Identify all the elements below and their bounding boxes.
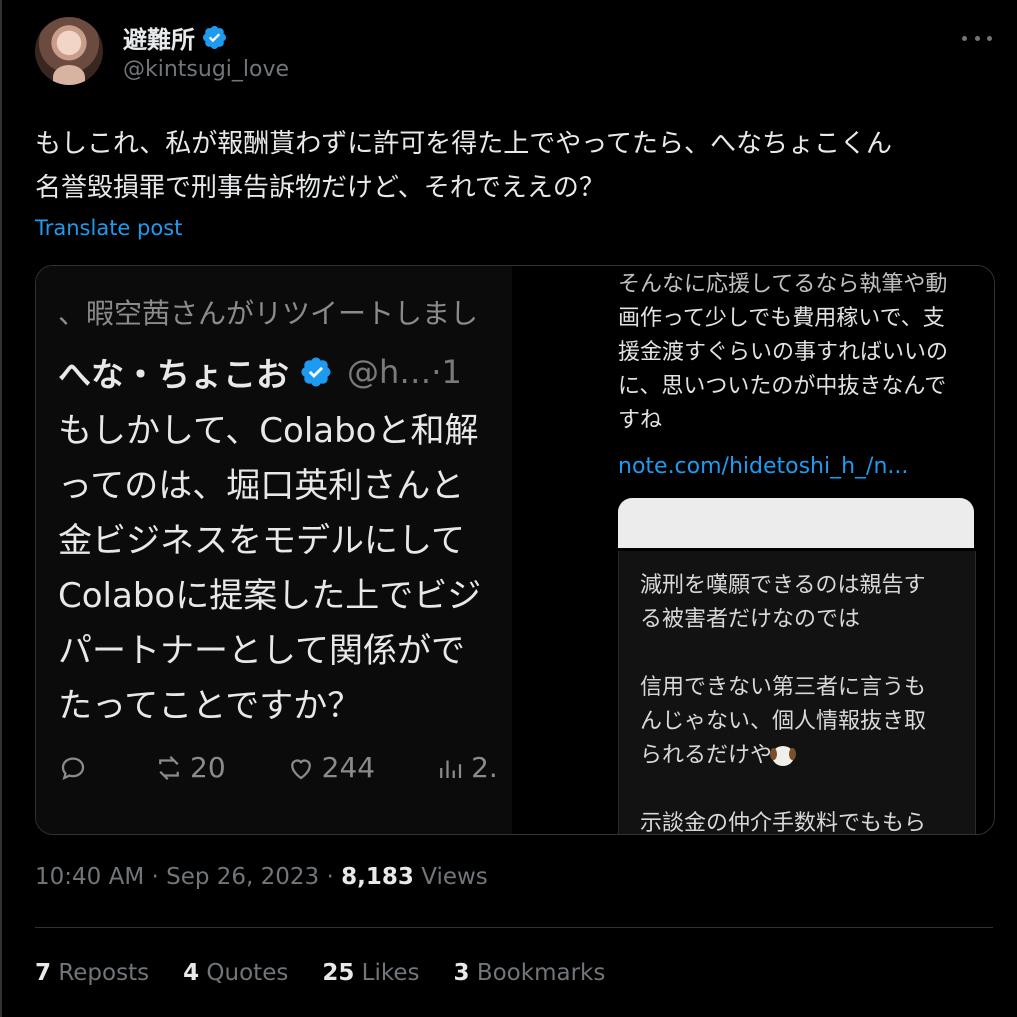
author-name-row[interactable]: 避難所	[123, 20, 228, 55]
tweet-meta: 10:40 AM · Sep 26, 2023 · 8,183 Views	[35, 864, 488, 890]
tweet-date[interactable]: Sep 26, 2023	[166, 864, 319, 890]
embedded-body-line-with-emoji: られるだけや	[640, 739, 926, 773]
bookmarks-label: Bookmarks	[476, 960, 606, 986]
embedded-retweet-count: 20	[190, 751, 226, 784]
likes-label: Likes	[361, 960, 420, 986]
embedded-body-line: る被害者だけなのでは	[640, 607, 861, 632]
reposts-count: 7	[35, 960, 52, 986]
media-image-left[interactable]: 、暇空茜さんがリツイートしまし へな・ちょこお @h…·1 もしかして、Cola…	[36, 266, 512, 834]
embedded-body-line: 信用できない第三者に言うも	[640, 675, 927, 700]
more-dot	[962, 35, 967, 41]
embedded-author-handle: @h…·1	[347, 353, 462, 391]
views-label: Views	[421, 864, 488, 890]
tweet-text-line: もしこれ、私が報酬貰わずに許可を得た上でやってたら、へなちょこくん	[35, 129, 892, 159]
translate-post-link[interactable]: Translate post	[35, 216, 182, 240]
author-handle[interactable]: @kintsugi_love	[123, 57, 289, 82]
engagement-stats: 7 Reposts 4 Quotes 25 Likes 3 Bookmarks	[35, 960, 639, 986]
embedded-retweet: 20	[154, 751, 226, 784]
embedded-body-line: パートナーとして関係がで	[58, 631, 465, 671]
quotes-count: 4	[183, 960, 200, 986]
embedded-body-line: んじゃない、個人情報抜き取	[640, 709, 927, 734]
retweet-icon	[159, 755, 179, 780]
embedded-reply	[58, 753, 94, 783]
embedded-link-card	[618, 498, 974, 548]
embedded-body-line: Colaboに提案した上でビジ	[58, 576, 482, 616]
embedded-body: 減刑を嘆願できるのは親告す る被害者だけなのでは 信用できない第三者に言うも ん…	[640, 569, 926, 834]
verified-badge-icon	[202, 25, 227, 50]
embedded-body-line: 金ビジネスをモデルにして	[58, 521, 465, 561]
media-image-top-right[interactable]: そんなに応援してるなら執筆や動 画作って少しでも費用稼いで、支 援金渡すぐらいの…	[516, 266, 994, 548]
reposts-stat[interactable]: 7 Reposts	[35, 960, 149, 986]
more-dot	[987, 35, 992, 41]
more-options-icon[interactable]	[962, 33, 992, 43]
tweet-text: もしこれ、私が報酬貰わずに許可を得た上でやってたら、へなちょこくん 名誉毀損罪で…	[35, 122, 995, 210]
bookmarks-count: 3	[453, 960, 470, 986]
media-grid[interactable]: 、暇空茜さんがリツイートしまし へな・ちょこお @h…·1 もしかして、Cola…	[35, 265, 995, 835]
like-icon	[290, 758, 311, 779]
media-image-bottom-right[interactable]: 減刑を嘆願できるのは親告す る被害者だけなのでは 信用できない第三者に言うも ん…	[516, 551, 994, 834]
author-display-name[interactable]: 避難所	[123, 20, 195, 55]
divider	[35, 927, 993, 928]
likes-count: 25	[322, 960, 355, 986]
embedded-body-line: もしかして、Colaboと和解	[58, 411, 479, 451]
embedded-body-line: 示談金の仲介手数料でももら	[640, 811, 927, 834]
embedded-body-line: そんなに応援してるなら執筆や動	[618, 272, 948, 297]
views-count: 8,183	[341, 864, 414, 890]
embedded-body-line: 減刑を嘆願できるのは親告す	[640, 573, 926, 598]
embedded-body-line	[640, 637, 926, 671]
embedded-retweet-line: 、暇空茜さんがリツイートしまし	[58, 297, 479, 330]
embedded-like: 244	[286, 751, 375, 784]
embedded-views: 2.	[435, 751, 498, 784]
bookmarks-stat[interactable]: 3 Bookmarks	[454, 960, 606, 986]
avatar[interactable]	[35, 17, 103, 85]
likes-stat[interactable]: 25 Likes	[322, 960, 419, 986]
tweet-detail: 避難所 @kintsugi_love もしこれ、私が報酬貰わずに許可を得た上でや…	[0, 0, 1017, 1017]
embedded-body-line: に、思いついたのが中抜きなんで	[618, 374, 947, 399]
embedded-body-line: られるだけや	[640, 743, 773, 768]
embedded-author-name: へな・ちょこお	[58, 355, 289, 394]
quotes-label: Quotes	[206, 960, 289, 986]
more-dot	[974, 35, 980, 41]
tweet-text-line: 名誉毀損罪で刑事告訴物だけど、それでええの？	[35, 173, 605, 203]
embedded-actions: 20 244 2.	[58, 751, 512, 784]
embedded-body-line: ってのは、堀口英利さんと	[58, 466, 465, 506]
embedded-body-line: たってことですか？	[58, 686, 362, 726]
reply-icon	[61, 756, 85, 780]
embedded-body-line: すね	[618, 408, 663, 433]
embedded-body-line	[640, 773, 926, 807]
dog-emoji-icon	[770, 746, 797, 766]
embedded-body: そんなに応援してるなら執筆や動 画作って少しでも費用稼いで、支 援金渡すぐらいの…	[618, 272, 949, 438]
reposts-label: Reposts	[58, 960, 150, 986]
embedded-body: もしかして、Colaboと和解 ってのは、堀口英利さんと 金ビジネスをモデルにし…	[58, 404, 481, 734]
embedded-body-line: 画作って少しでも費用稼いで、支	[618, 306, 945, 331]
embedded-author: へな・ちょこお @h…·1	[58, 348, 462, 396]
tweet-time[interactable]: 10:40 AM	[35, 864, 144, 890]
embedded-like-count: 244	[321, 751, 376, 784]
embedded-body-line: 援金渡すぐらいの事すればいいの	[618, 340, 949, 365]
views-icon	[440, 760, 462, 778]
quotes-stat[interactable]: 4 Quotes	[183, 960, 288, 986]
embedded-views-count: 2.	[471, 751, 498, 784]
verified-badge-icon	[301, 357, 331, 387]
embedded-link: note.com/hidetoshi_h_/n...	[618, 454, 909, 479]
